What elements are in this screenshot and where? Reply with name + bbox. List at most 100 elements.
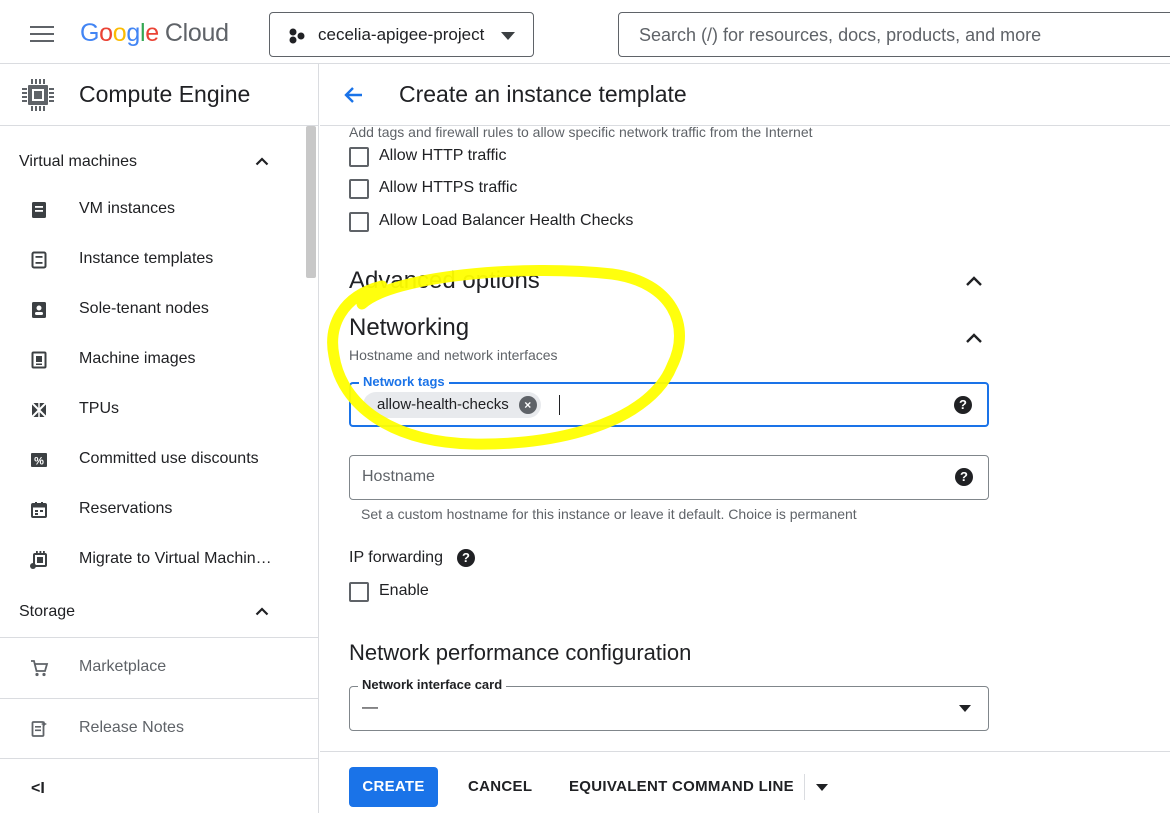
collapse-advanced-icon[interactable]: [965, 275, 983, 287]
form-content: Add tags and firewall rules to allow spe…: [320, 127, 1170, 751]
text-cursor: [559, 395, 560, 415]
network-tags-input[interactable]: Network tags allow-health-checks × ?: [349, 375, 989, 427]
search-input[interactable]: Search (/) for resources, docs, products…: [618, 12, 1170, 57]
checkbox-label: Allow HTTP traffic: [379, 147, 507, 164]
checkbox-box[interactable]: [349, 179, 369, 199]
network-interface-card-select[interactable]: Network interface card —: [349, 678, 989, 731]
percent-icon: %: [31, 453, 47, 468]
vm-instances-icon: [32, 202, 46, 218]
collapse-sidebar-button[interactable]: <I: [31, 780, 45, 798]
sidebar-item-label: Release Notes: [79, 719, 184, 736]
sidebar-item-label: Committed use discounts: [79, 450, 259, 467]
page-title: Create an instance template: [399, 81, 687, 107]
tpu-icon: [31, 402, 47, 418]
chevron-up-icon: [255, 607, 269, 616]
help-icon[interactable]: ?: [955, 468, 973, 486]
hostname-placeholder: Hostname: [362, 468, 435, 485]
sidebar-item-marketplace[interactable]: Marketplace: [0, 643, 306, 693]
search-placeholder: Search (/) for resources, docs, products…: [639, 25, 1042, 45]
checkbox-box[interactable]: [349, 147, 369, 167]
cancel-button[interactable]: CANCEL: [468, 767, 532, 807]
sidebar-item-label: Migrate to Virtual Machin…: [79, 550, 272, 567]
sidebar-item-label: Reservations: [79, 500, 173, 517]
sidebar-item-reservations[interactable]: Reservations: [0, 485, 306, 535]
migrate-icon: [30, 551, 47, 569]
instance-templates-icon: [31, 251, 47, 269]
product-title: Compute Engine: [79, 81, 251, 107]
remove-chip-icon[interactable]: ×: [518, 396, 537, 414]
divider: [0, 637, 318, 638]
hostname-input[interactable]: Hostname ?: [349, 455, 989, 500]
command-line-dropdown-icon[interactable]: [816, 784, 828, 791]
divider: [0, 698, 318, 699]
advanced-options-heading: Advanced options: [349, 267, 540, 294]
nic-value: —: [362, 699, 378, 716]
allow-https-checkbox[interactable]: Allow HTTPS traffic: [349, 177, 649, 201]
networking-subtitle: Hostname and network interfaces: [349, 347, 558, 363]
calendar-icon: [31, 502, 47, 518]
section-storage[interactable]: Storage: [0, 588, 306, 636]
ip-forwarding-enable-checkbox[interactable]: Enable: [349, 580, 649, 604]
sidebar-item-release-notes[interactable]: Release Notes: [0, 704, 306, 754]
sidebar-item-label: TPUs: [79, 400, 119, 417]
network-tags-label: Network tags: [359, 375, 449, 389]
section-label: Virtual machines: [19, 153, 137, 170]
google-cloud-logo[interactable]: Google Cloud: [80, 19, 229, 48]
ip-forwarding-label: IP forwarding: [349, 549, 443, 566]
checkbox-label: Enable: [379, 582, 429, 599]
create-button[interactable]: CREATE: [349, 767, 438, 807]
chip-label: allow-health-checks: [377, 396, 509, 413]
top-app-bar: Google Cloud cecelia-apigee-project Searc…: [0, 0, 1170, 64]
chevron-up-icon: [255, 157, 269, 166]
dropdown-arrow-icon: [501, 32, 515, 40]
sidebar-item-committed-use-discounts[interactable]: % Committed use discounts: [0, 435, 306, 485]
checkbox-box[interactable]: [349, 582, 369, 602]
hostname-hint: Set a custom hostname for this instance …: [361, 506, 857, 522]
network-performance-heading: Network performance configuration: [349, 640, 692, 665]
divider: [804, 774, 805, 800]
sidebar-item-label: Marketplace: [79, 658, 167, 675]
sidebar-item-instance-templates[interactable]: Instance templates: [0, 235, 306, 285]
back-arrow-icon[interactable]: [342, 83, 366, 107]
section-label: Storage: [19, 603, 76, 620]
sidebar-item-sole-tenant-nodes[interactable]: Sole-tenant nodes: [0, 285, 306, 335]
sidebar-item-vm-instances[interactable]: VM instances: [0, 185, 306, 235]
sidebar-item-label: Machine images: [79, 350, 196, 367]
release-notes-icon: [31, 721, 47, 737]
sidebar: Compute Engine Virtual machines VM insta…: [0, 64, 319, 813]
cart-icon: [31, 660, 49, 677]
networking-heading: Networking: [349, 314, 470, 341]
section-virtual-machines[interactable]: Virtual machines: [0, 138, 306, 186]
dropdown-arrow-icon: [959, 705, 971, 712]
sole-tenant-nodes-icon: [32, 302, 46, 318]
machine-images-icon: [31, 351, 47, 369]
sidebar-header: Compute Engine: [0, 64, 318, 126]
sidebar-item-migrate[interactable]: Migrate to Virtual Machin…: [0, 535, 306, 585]
sidebar-item-tpus[interactable]: TPUs: [0, 385, 306, 435]
sidebar-item-label: Instance templates: [79, 250, 214, 267]
help-icon[interactable]: ?: [954, 396, 972, 414]
sidebar-item-machine-images[interactable]: Machine images: [0, 335, 306, 385]
menu-icon[interactable]: [30, 26, 54, 42]
checkbox-label: Allow Load Balancer Health Checks: [379, 212, 634, 229]
project-picker[interactable]: cecelia-apigee-project: [269, 12, 534, 57]
allow-lb-health-checks-checkbox[interactable]: Allow Load Balancer Health Checks: [349, 210, 649, 234]
sidebar-item-label: VM instances: [79, 200, 176, 217]
allow-http-checkbox[interactable]: Allow HTTP traffic: [349, 145, 649, 169]
checkbox-label: Allow HTTPS traffic: [379, 179, 518, 196]
equivalent-command-line-button[interactable]: EQUIVALENT COMMAND LINE: [569, 767, 794, 807]
compute-engine-icon: [22, 79, 54, 111]
project-name: cecelia-apigee-project: [318, 25, 485, 44]
sidebar-scrollbar[interactable]: [306, 126, 316, 278]
checkbox-box[interactable]: [349, 212, 369, 232]
help-icon[interactable]: ?: [457, 549, 475, 567]
sidebar-item-label: Sole-tenant nodes: [79, 300, 209, 317]
network-tag-chip: allow-health-checks ×: [363, 392, 541, 418]
project-hierarchy-icon: [289, 28, 305, 44]
collapse-networking-icon[interactable]: [965, 332, 983, 344]
svg-text:%: %: [34, 456, 44, 468]
divider: [0, 758, 318, 759]
action-bar: CREATE CANCEL EQUIVALENT COMMAND LINE: [320, 751, 1170, 813]
nic-label: Network interface card: [358, 678, 507, 692]
firewall-hint: Add tags and firewall rules to allow spe…: [349, 127, 813, 140]
